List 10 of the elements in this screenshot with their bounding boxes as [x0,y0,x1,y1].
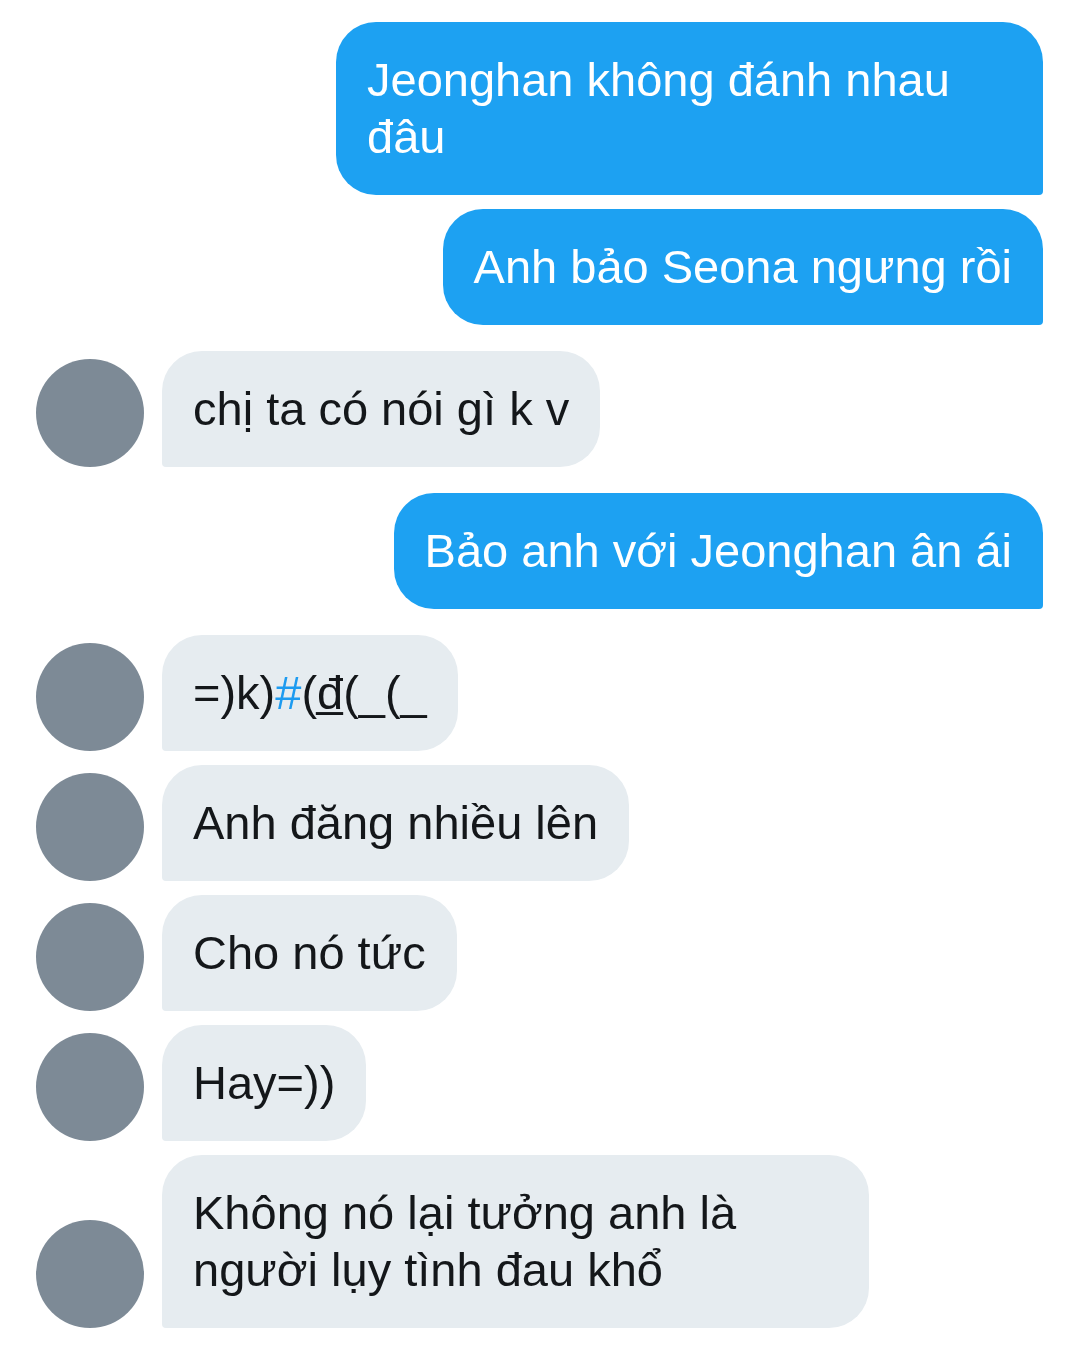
message-bubble: Hay=)) [162,1025,367,1141]
message-bubble: =)k)#(đ̲(_(_ [162,635,458,751]
message-bubble: chị ta có nói gì k v [162,351,601,467]
message-bubble: Không nó lại tưởng anh là người lụy tình đau khổ [162,1155,869,1328]
message-bubble: Anh bảo Seona ngưng rồi [442,209,1043,325]
message-bubble: Bảo anh với Jeonghan ân ái [393,493,1043,609]
message-bubble: Jeonghan không đánh nhau đâu [336,22,1043,195]
message-bubble: Cho nó tức [162,895,457,1011]
hashtag-link[interactable]: # [275,666,302,719]
message-bubble: Anh đăng nhiều lên [162,765,630,881]
